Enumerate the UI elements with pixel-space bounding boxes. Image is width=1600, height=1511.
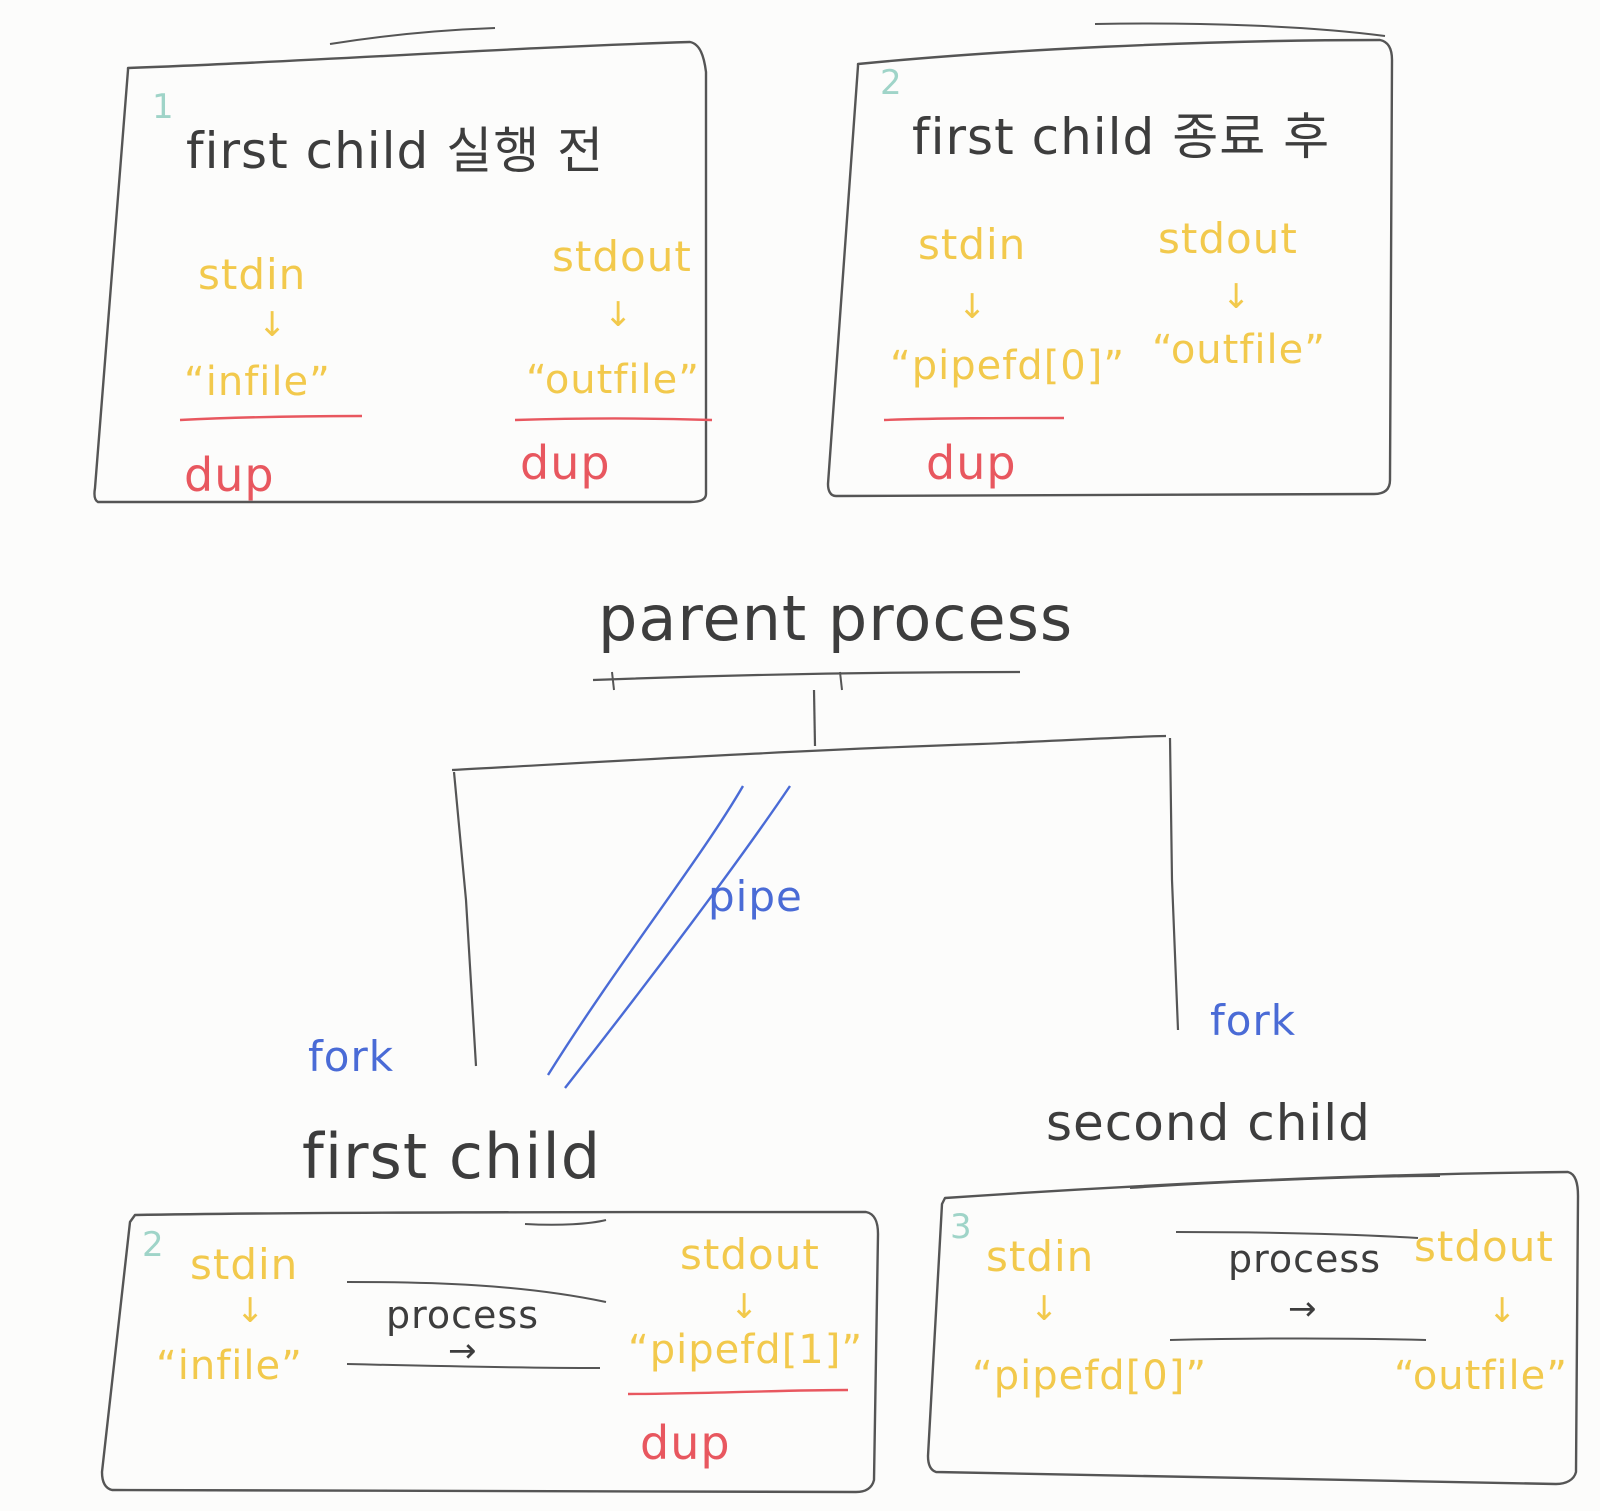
- second-child-step-number: 3: [950, 1207, 973, 1247]
- second-child-label: second child: [1046, 1094, 1371, 1152]
- second-child-process-rule-bottom: [1169, 1337, 1427, 1341]
- second-child-box-top-stroke: [1129, 1175, 1441, 1189]
- box1-stdin-arrow: ↓: [258, 305, 287, 345]
- box2-stdout-arrow: ↓: [1222, 277, 1251, 317]
- second-child-stdout-arrow: ↓: [1488, 1291, 1517, 1331]
- tree-trunk: [812, 689, 817, 747]
- first-child-step-number: 2: [142, 1225, 165, 1265]
- box2-stdin-arrow: ↓: [958, 287, 987, 327]
- second-child-stdout-target: “outfile”: [1394, 1353, 1568, 1399]
- pipe-label: pipe: [708, 872, 803, 921]
- box2-step-number: 2: [880, 63, 903, 103]
- first-child-stdout-arrow: ↓: [730, 1287, 759, 1327]
- box2-stdout-target: “outfile”: [1152, 327, 1326, 373]
- first-child-stdout-target: “pipefd[1]”: [628, 1327, 864, 1373]
- second-child-stdin-target: “pipefd[0]”: [972, 1353, 1208, 1399]
- process-diagram: 1 first child 실행 전 stdin ↓ “infile” dup …: [0, 0, 1600, 1511]
- parent-underline: [592, 670, 1021, 682]
- box1-stdin-target: “infile”: [184, 359, 331, 405]
- parent-tick-left: [611, 671, 615, 691]
- first-child-stdin-arrow: ↓: [236, 1291, 265, 1331]
- box1-top-stroke: [329, 27, 496, 45]
- box1-stdin-label: stdin: [198, 250, 307, 299]
- box1-stdout-rule: [514, 417, 713, 422]
- box1-stdout-target: “outfile”: [526, 357, 700, 403]
- first-child-stdin-label: stdin: [190, 1240, 299, 1289]
- first-child-process-label: process: [386, 1293, 540, 1337]
- box1-stdout-arrow: ↓: [604, 295, 633, 335]
- first-child-stdout-rule: [627, 1388, 849, 1396]
- box2-title: first child 종료 후: [912, 108, 1331, 166]
- box2-stdin-dup: dup: [926, 436, 1017, 490]
- box2-stdout-label: stdout: [1158, 214, 1298, 263]
- box1-title: first child 실행 전: [186, 122, 605, 180]
- first-child-label: first child: [302, 1120, 602, 1193]
- left-fork-label: fork: [308, 1032, 395, 1081]
- first-child-stdout-label: stdout: [680, 1230, 820, 1279]
- box1-stdout-dup: dup: [520, 436, 611, 490]
- second-child-process-label: process: [1228, 1237, 1382, 1281]
- box1-step-number: 1: [152, 87, 175, 127]
- box1-stdin-rule: [179, 414, 363, 422]
- box1-stdout-label: stdout: [552, 232, 692, 281]
- first-child-box-top-stroke: [524, 1219, 607, 1226]
- parent-process-label: parent process: [598, 582, 1074, 655]
- first-child-process-arrow: →: [448, 1331, 477, 1371]
- pipe-stroke-1: [546, 785, 745, 1076]
- parent-tick-right: [839, 671, 843, 691]
- tree-left-leg: [452, 771, 478, 1067]
- box2-stdin-rule: [883, 416, 1065, 422]
- box2-stdin-label: stdin: [918, 220, 1027, 269]
- first-child-stdin-target: “infile”: [156, 1343, 303, 1389]
- box1-stdin-dup: dup: [184, 448, 275, 502]
- pipe-stroke-2: [564, 785, 791, 1089]
- second-child-box-outline: [926, 1170, 1580, 1486]
- tree-right-leg: [1168, 737, 1180, 1031]
- second-child-stdin-arrow: ↓: [1030, 1289, 1059, 1329]
- box2-stdin-target: “pipefd[0]”: [890, 343, 1126, 389]
- second-child-stdout-label: stdout: [1414, 1222, 1554, 1271]
- second-child-process-arrow: →: [1288, 1289, 1317, 1329]
- second-child-stdin-label: stdin: [986, 1232, 1095, 1281]
- box2-top-stroke: [1094, 22, 1386, 37]
- first-child-stdout-dup: dup: [640, 1416, 731, 1470]
- tree-branch: [451, 734, 1167, 772]
- right-fork-label: fork: [1210, 996, 1297, 1045]
